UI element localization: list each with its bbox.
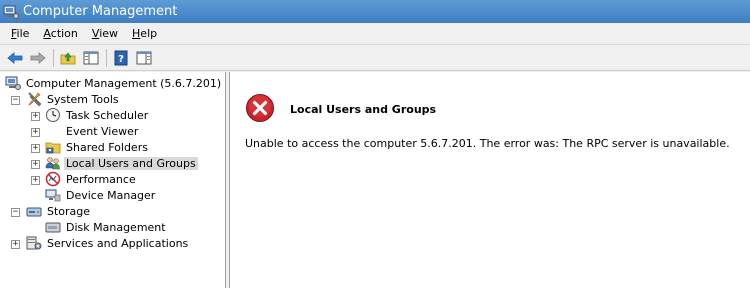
tree-node-task-scheduler[interactable]: Task Scheduler (45, 107, 150, 123)
title-bar: Computer Management (0, 0, 750, 23)
error-message: Unable to access the computer 5.6.7.201.… (245, 137, 730, 150)
forward-icon (30, 51, 46, 64)
tree-label-shared-folders: Shared Folders (66, 140, 148, 154)
tree-label-event-viewer: Event Viewer (66, 124, 139, 138)
tree-node-device-manager[interactable]: Device Manager (45, 187, 157, 203)
back-button[interactable] (4, 47, 26, 69)
console-tree[interactable]: Computer Management (5.6.7.201) − System… (0, 72, 226, 288)
action-pane-button[interactable] (133, 47, 155, 69)
back-icon (7, 51, 23, 64)
disk-management-icon (45, 219, 61, 235)
show-hide-tree-button[interactable] (80, 47, 102, 69)
tree-label-performance: Performance (66, 172, 136, 186)
menu-action[interactable]: Action (36, 27, 84, 40)
tree-node-event-viewer[interactable]: Event Viewer (45, 123, 140, 139)
expand-task-scheduler[interactable]: + (31, 112, 40, 121)
toolbar: ? (0, 45, 750, 71)
expand-services[interactable]: + (11, 240, 20, 249)
tools-icon (26, 91, 42, 107)
help-icon: ? (114, 50, 128, 65)
tree-node-root[interactable]: Computer Management (5.6.7.201) (5, 75, 223, 91)
up-one-level-button[interactable] (57, 47, 79, 69)
tree-node-performance[interactable]: Performance (45, 171, 138, 187)
tree-label-root: Computer Management (5.6.7.201) (26, 76, 222, 90)
tree-label-device-manager: Device Manager (66, 188, 156, 202)
collapse-storage[interactable]: − (11, 208, 20, 217)
tree-label-disk-management: Disk Management (66, 220, 166, 234)
error-icon (245, 93, 275, 126)
tree-label-storage: Storage (47, 204, 91, 218)
tree-node-storage[interactable]: Storage (26, 203, 92, 219)
menu-action-accel: A (43, 27, 51, 40)
tree-label-system-tools: System Tools (47, 92, 119, 106)
users-icon (45, 155, 61, 171)
clock-icon (45, 107, 61, 123)
tree-label-task-scheduler: Task Scheduler (66, 108, 149, 122)
forward-button[interactable] (27, 47, 49, 69)
menu-bar: File Action View Help (0, 23, 750, 45)
toolbar-separator (106, 48, 107, 67)
device-manager-icon (45, 187, 61, 203)
error-title: Local Users and Groups (290, 103, 437, 116)
menu-view-label: iew (99, 27, 119, 40)
action-pane-icon (136, 51, 152, 64)
menu-view[interactable]: View (85, 27, 125, 40)
window-title: Computer Management (23, 4, 178, 19)
tree-node-services-and-applications[interactable]: Services and Applications (26, 235, 190, 251)
services-icon (26, 235, 42, 251)
shared-folder-icon (45, 139, 61, 155)
show-hide-tree-icon (83, 51, 99, 64)
tree-node-system-tools[interactable]: System Tools (26, 91, 121, 107)
expand-shared-folders[interactable]: + (31, 144, 40, 153)
expand-local-users[interactable]: + (31, 160, 40, 169)
tree-node-disk-management[interactable]: Disk Management (45, 219, 168, 235)
event-viewer-icon (45, 123, 61, 139)
tree-node-shared-folders[interactable]: Shared Folders (45, 139, 150, 155)
computer-icon (5, 75, 21, 91)
performance-icon (45, 171, 61, 187)
expand-event-viewer[interactable]: + (31, 128, 40, 137)
menu-help-label: elp (140, 27, 158, 40)
toolbar-separator (53, 48, 54, 67)
expand-performance[interactable]: + (31, 176, 40, 185)
svg-text:?: ? (118, 54, 124, 65)
help-button[interactable]: ? (110, 47, 132, 69)
up-folder-icon (60, 52, 76, 64)
tree-label-services-and-applications: Services and Applications (47, 236, 189, 250)
menu-file-label: ile (16, 27, 30, 40)
error-header: Local Users and Groups (245, 93, 436, 126)
menu-action-label: ction (50, 27, 78, 40)
menu-help[interactable]: Help (125, 27, 164, 40)
menu-file[interactable]: File (4, 27, 36, 40)
computer-management-icon (3, 4, 19, 20)
tree-label-local-users-and-groups: Local Users and Groups (64, 156, 198, 170)
storage-icon (26, 203, 42, 219)
collapse-system-tools[interactable]: − (11, 96, 20, 105)
tree-node-local-users-and-groups[interactable]: Local Users and Groups (45, 155, 198, 171)
